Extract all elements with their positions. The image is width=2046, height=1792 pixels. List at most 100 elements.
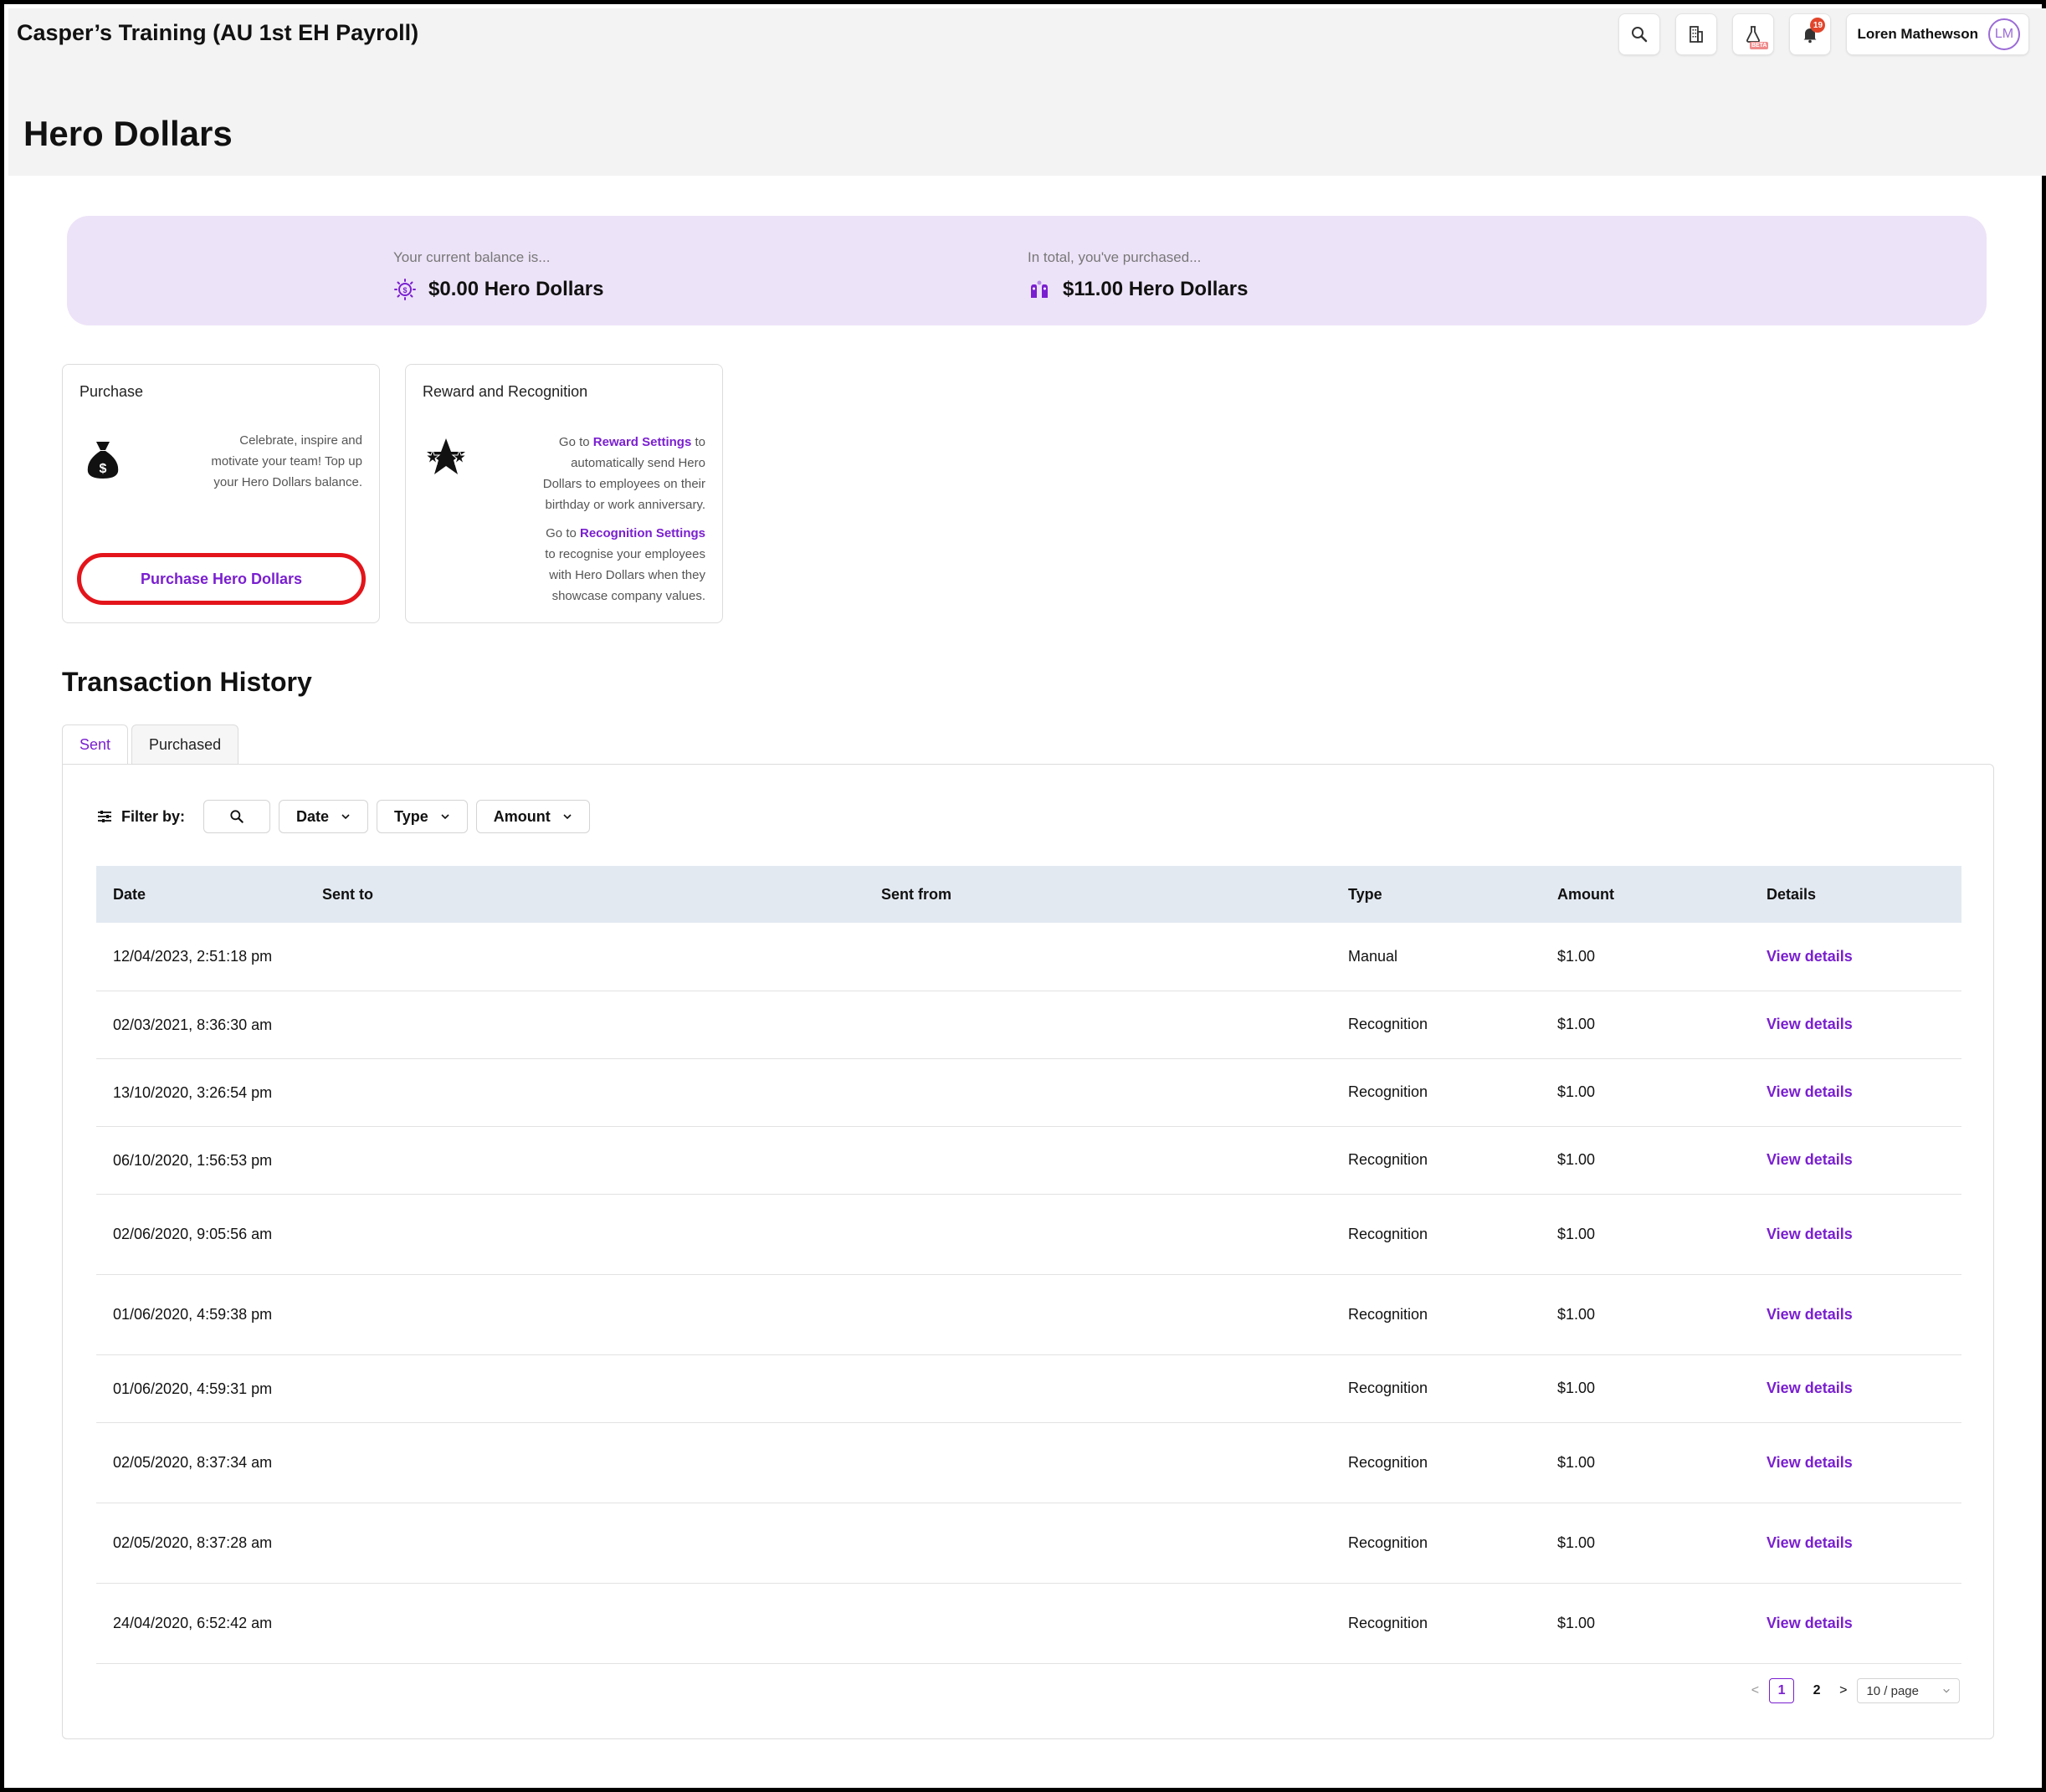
date-filter-dropdown[interactable]: Date [279, 800, 369, 833]
organisation-button[interactable] [1675, 13, 1718, 55]
transactions-table: Date Sent to Sent from Type Amount Detai… [96, 866, 1961, 1664]
cell-date: 24/04/2020, 6:52:42 am [96, 1583, 305, 1664]
chevron-down-icon [441, 814, 449, 820]
view-details-link[interactable]: View details [1750, 1422, 1961, 1503]
reward-settings-link[interactable]: Reward Settings [593, 435, 692, 449]
table-row: 01/06/2020, 4:59:31 pm Recognition $1.00… [96, 1354, 1961, 1423]
table-row: 01/06/2020, 4:59:38 pm Recognition $1.00… [96, 1274, 1961, 1355]
cell-amount: $1.00 [1541, 1274, 1750, 1355]
column-header-amount[interactable]: Amount [1541, 866, 1750, 923]
table-row: 06/10/2020, 1:56:53 pm Recognition $1.00… [96, 1126, 1961, 1195]
view-details-link[interactable]: View details [1750, 1058, 1961, 1127]
top-header: Casper’s Training (AU 1st EH Payroll) BE… [8, 8, 2046, 176]
cell-sent-to [305, 1058, 864, 1127]
cell-type: Recognition [1331, 1354, 1541, 1423]
cell-sent-to [305, 1354, 864, 1423]
cell-type: Recognition [1331, 1058, 1541, 1127]
column-header-sent-to[interactable]: Sent to [305, 866, 864, 923]
cell-sent-from [864, 923, 1331, 991]
cell-type: Recognition [1331, 1194, 1541, 1275]
beta-badge: BETA [1749, 42, 1769, 49]
raised-hands-icon [1031, 280, 1048, 298]
view-details-link[interactable]: View details [1750, 1583, 1961, 1664]
money-bag-icon: $ [87, 442, 119, 479]
cell-amount: $1.00 [1541, 1354, 1750, 1423]
purchase-hero-dollars-button[interactable]: Purchase Hero Dollars [77, 553, 366, 605]
cell-sent-from [864, 1126, 1331, 1195]
prev-page-button[interactable]: < [1751, 1683, 1759, 1698]
total-purchased: In total, you've purchased... $11.00 Her… [1028, 249, 1248, 301]
filter-search-button[interactable] [203, 800, 271, 833]
balance-banner: Your current balance is... $ $0.00 Hero … [67, 216, 1987, 325]
search-button[interactable] [1618, 13, 1661, 55]
view-details-link[interactable]: View details [1750, 1194, 1961, 1275]
cell-type: Recognition [1331, 1503, 1541, 1584]
cell-date: 02/05/2020, 8:37:28 am [96, 1503, 305, 1584]
top-actions: BETA 19 Loren Mathewson LM [1618, 13, 2029, 55]
recognition-settings-text: Go to Recognition Settings to recognise … [545, 526, 705, 603]
view-details-link[interactable]: View details [1750, 1274, 1961, 1355]
current-balance: Your current balance is... $ $0.00 Hero … [393, 249, 603, 301]
history-panel: Filter by: Date Type Amount Date Sent to… [62, 764, 1994, 1739]
type-filter-dropdown[interactable]: Type [377, 800, 468, 833]
column-header-type[interactable]: Type [1331, 866, 1541, 923]
sliders-icon [98, 811, 111, 822]
notifications-button[interactable]: 19 [1789, 13, 1832, 55]
view-details-link[interactable]: View details [1750, 1503, 1961, 1584]
svg-text:$: $ [100, 462, 107, 476]
column-header-sent-from[interactable]: Sent from [864, 866, 1331, 923]
column-header-date[interactable]: Date [96, 866, 305, 923]
table-row: 12/04/2023, 2:51:18 pm Manual $1.00 View… [96, 923, 1961, 991]
cell-sent-from [864, 1194, 1331, 1275]
reward-card-title: Reward and Recognition [423, 383, 588, 400]
cell-sent-from [864, 1354, 1331, 1423]
filter-label: Filter by: [96, 808, 185, 826]
cell-sent-to [305, 1126, 864, 1195]
table-row: 02/06/2020, 9:05:56 am Recognition $1.00… [96, 1194, 1961, 1275]
cell-sent-from [864, 991, 1331, 1059]
view-details-link[interactable]: View details [1750, 991, 1961, 1059]
chevron-down-icon [341, 814, 350, 820]
total-purchased-value: $11.00 Hero Dollars [1063, 278, 1249, 300]
amount-filter-dropdown[interactable]: Amount [475, 800, 590, 833]
cell-sent-to [305, 1422, 864, 1503]
current-balance-value: $0.00 Hero Dollars [428, 278, 604, 300]
table-header-row: Date Sent to Sent from Type Amount Detai… [96, 866, 1961, 923]
cell-date: 01/06/2020, 4:59:31 pm [96, 1354, 305, 1423]
svg-text:$: $ [403, 286, 407, 294]
app-frame: Casper’s Training (AU 1st EH Payroll) BE… [0, 0, 2046, 1792]
cell-amount: $1.00 [1541, 1058, 1750, 1127]
beta-labs-button[interactable]: BETA [1732, 13, 1775, 55]
user-menu[interactable]: Loren Mathewson LM [1846, 13, 2029, 55]
view-details-link[interactable]: View details [1750, 923, 1961, 991]
recognition-settings-link[interactable]: Recognition Settings [580, 526, 705, 540]
tab-sent[interactable]: Sent [62, 724, 129, 765]
page-2-button[interactable]: 2 [1804, 1678, 1829, 1703]
table-row: 13/10/2020, 3:26:54 pm Recognition $1.00… [96, 1058, 1961, 1127]
page-size-select[interactable]: 10 / page [1857, 1678, 1960, 1703]
cell-sent-to [305, 923, 864, 991]
cell-date: 13/10/2020, 3:26:54 pm [96, 1058, 305, 1127]
cell-type: Recognition [1331, 1583, 1541, 1664]
cell-amount: $1.00 [1541, 923, 1750, 991]
cell-type: Manual [1331, 923, 1541, 991]
reward-settings-text: Go to Reward Settings to automatically s… [542, 435, 705, 512]
cell-sent-to [305, 1503, 864, 1584]
app-title: Casper’s Training (AU 1st EH Payroll) [17, 20, 419, 45]
tab-purchased[interactable]: Purchased [131, 724, 239, 765]
cell-amount: $1.00 [1541, 1503, 1750, 1584]
page-1-button[interactable]: 1 [1769, 1678, 1795, 1703]
view-details-link[interactable]: View details [1750, 1354, 1961, 1423]
pagination: < 1 2 > 10 / page [1751, 1678, 1960, 1703]
cell-type: Recognition [1331, 1274, 1541, 1355]
view-details-link[interactable]: View details [1750, 1126, 1961, 1195]
stars-icon [424, 438, 468, 474]
table-row: 24/04/2020, 6:52:42 am Recognition $1.00… [96, 1583, 1961, 1664]
transaction-history-title: Transaction History [62, 667, 312, 697]
next-page-button[interactable]: > [1839, 1683, 1847, 1698]
building-icon [1690, 26, 1704, 43]
cell-type: Recognition [1331, 991, 1541, 1059]
cell-sent-from [864, 1422, 1331, 1503]
purchase-card-description: Celebrate, inspire and motivate your tea… [211, 433, 362, 489]
search-icon [230, 810, 244, 823]
